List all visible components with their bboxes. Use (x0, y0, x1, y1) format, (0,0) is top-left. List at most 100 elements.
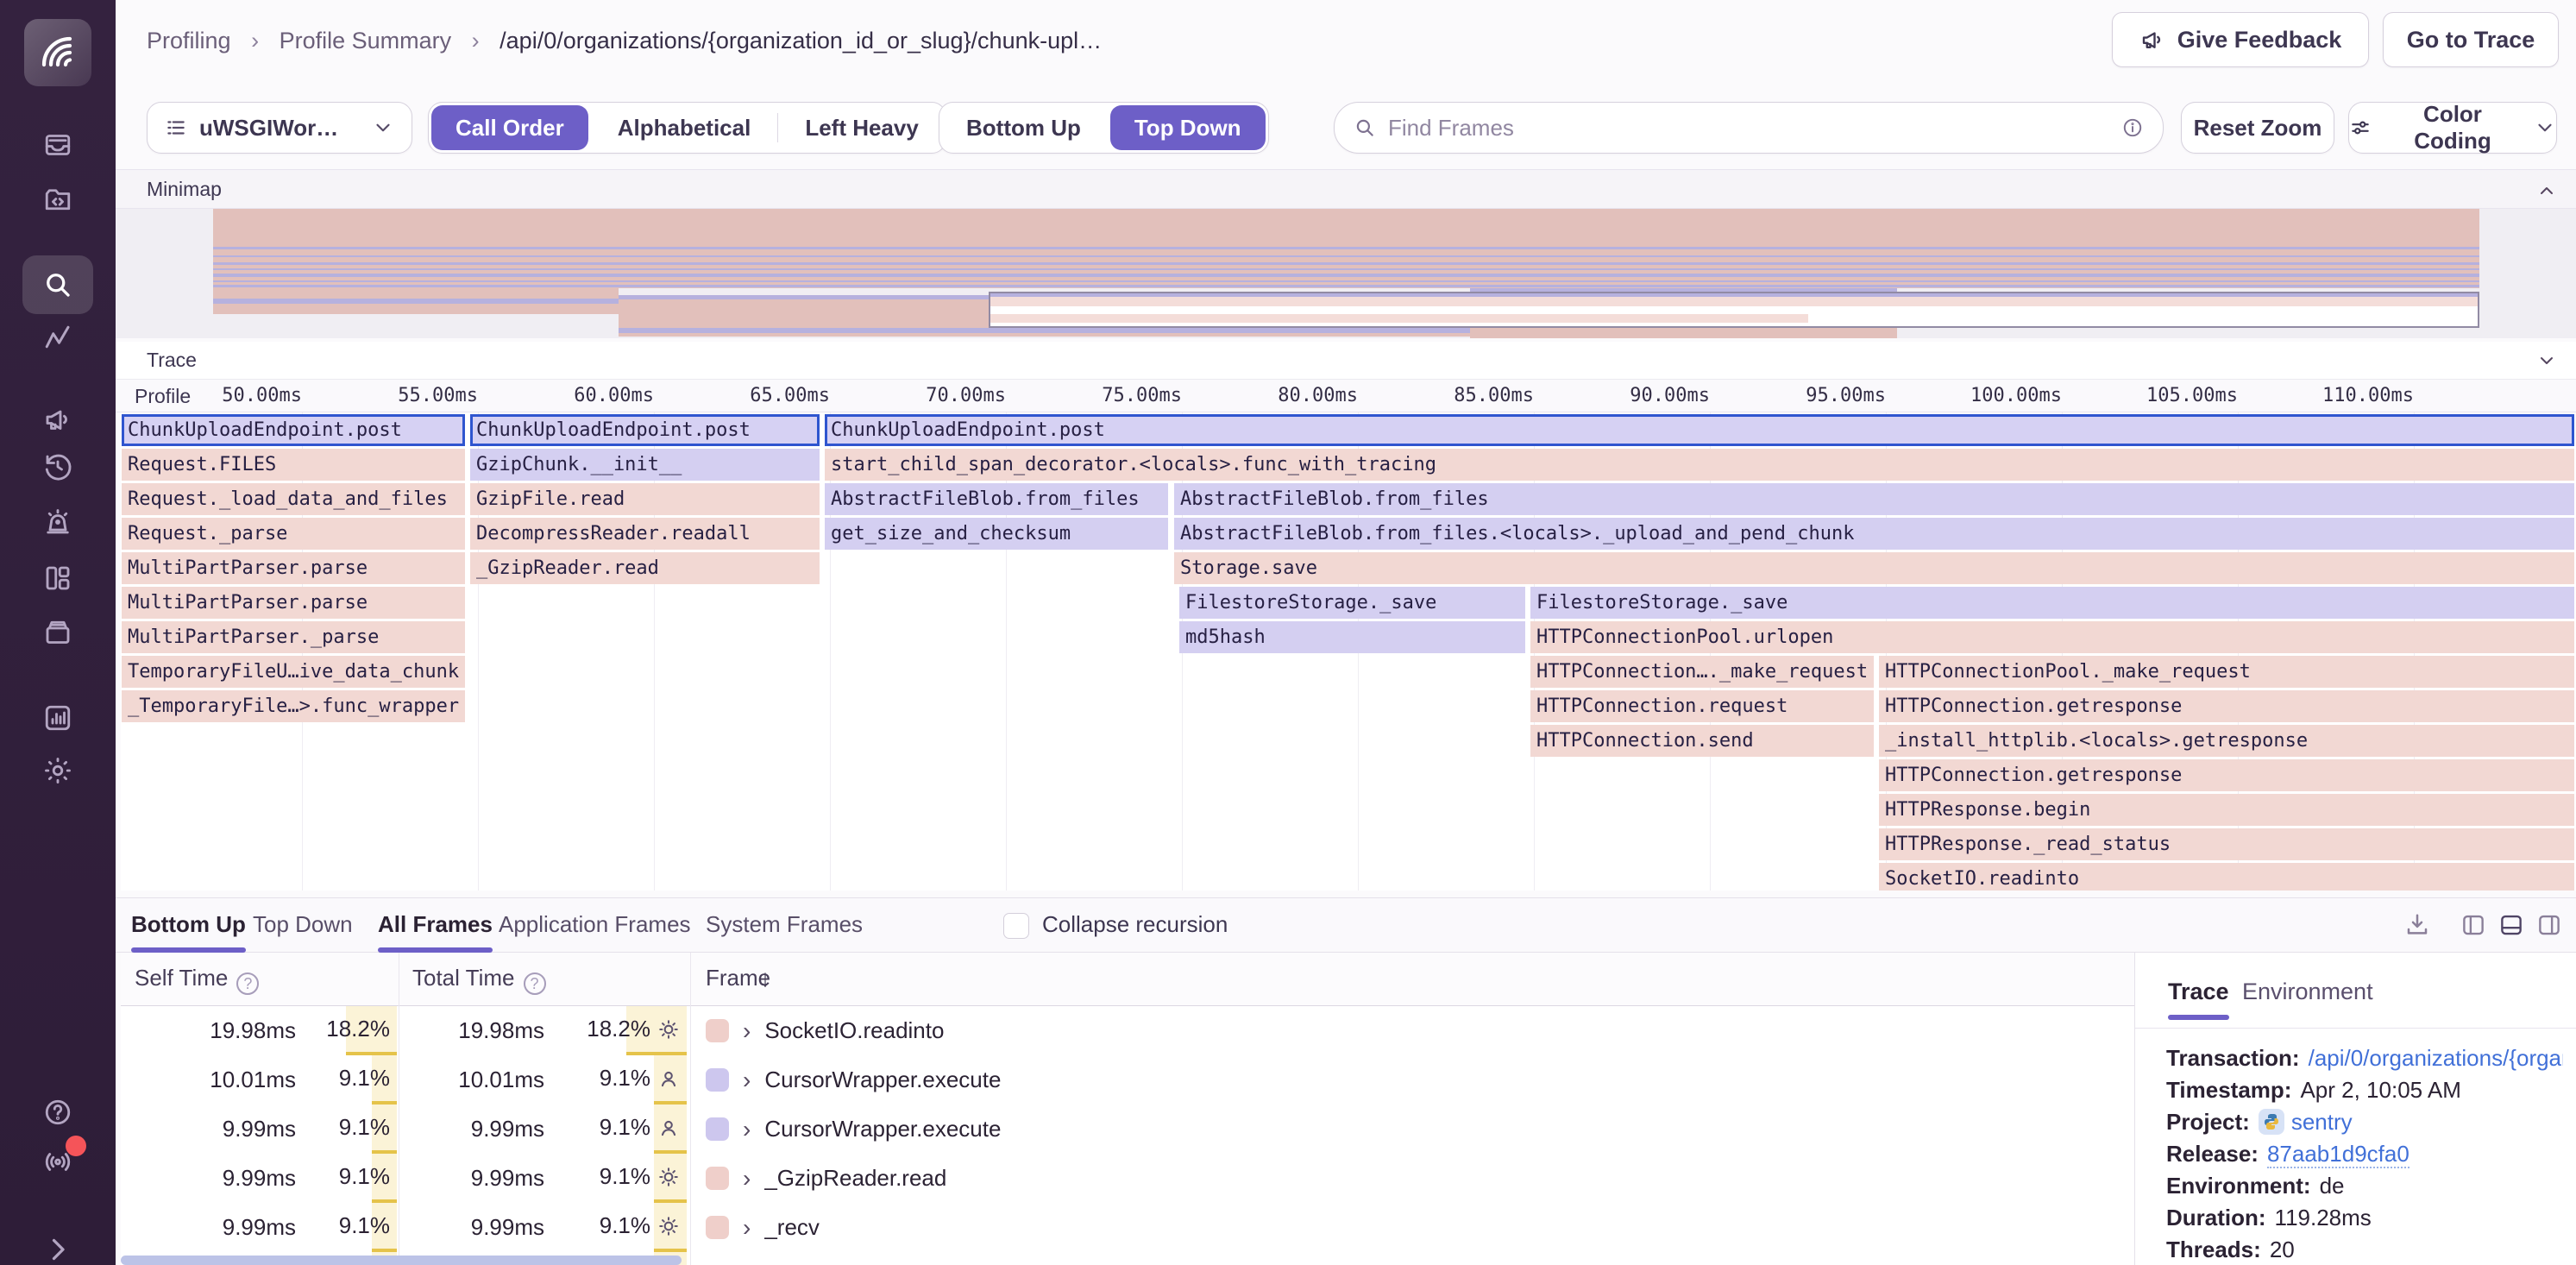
layout-bottom-icon[interactable] (2498, 912, 2524, 938)
sentry-logo-icon[interactable] (24, 19, 91, 86)
help-icon[interactable] (42, 1097, 73, 1128)
replays-icon[interactable] (42, 451, 73, 482)
flame-frame[interactable]: HTTPConnectionPool._make_request (1879, 656, 2574, 688)
alerts-siren-icon[interactable] (42, 507, 73, 538)
collapse-recursion-checkbox[interactable] (1003, 913, 1029, 939)
flame-frame[interactable]: Storage.save (1174, 552, 2574, 584)
flame-frame[interactable]: HTTPResponse.begin (1879, 794, 2574, 826)
flame-frame[interactable]: HTTPConnection.getresponse (1879, 759, 2574, 791)
table-row[interactable]: 10.01ms9.1%10.01ms9.1%›CursorWrapper.exe… (121, 1055, 2134, 1105)
flame-frame[interactable]: DecompressReader.readall (470, 518, 820, 550)
feedback-megaphone-icon[interactable] (42, 404, 73, 435)
flame-frame[interactable]: ChunkUploadEndpoint.post (470, 414, 820, 446)
flame-frame[interactable]: FilestoreStorage._save (1179, 587, 1525, 619)
direction-option-top-down[interactable]: Top Down (1110, 105, 1266, 150)
minimap-viewport[interactable] (989, 292, 2479, 328)
frame-cell[interactable]: ›CursorWrapper.execute (706, 1105, 1001, 1154)
horizontal-scrollbar-thumb[interactable] (121, 1256, 682, 1265)
tab-bottom-up[interactable]: Bottom Up (131, 898, 246, 953)
table-row[interactable]: 19.98ms18.2%19.98ms18.2%›SocketIO.readin… (121, 1006, 2134, 1055)
flame-frame[interactable]: _TemporaryFile…>.func_wrapper (122, 690, 465, 722)
frame-cell[interactable]: ›SocketIO.readinto (706, 1006, 944, 1055)
direction-option-bottom-up[interactable]: Bottom Up (942, 105, 1105, 150)
dashboards-icon[interactable] (42, 563, 73, 594)
details-tab-environment[interactable]: Environment (2242, 966, 2373, 1027)
flame-frame[interactable]: AbstractFileBlob.from_files (825, 483, 1168, 515)
flame-frame[interactable]: MultiPartParser.parse (122, 587, 465, 619)
tab-application-frames[interactable]: Application Frames (499, 898, 691, 953)
expand-chevron-icon[interactable]: › (743, 1214, 751, 1242)
flame-frame[interactable]: HTTPConnection.send (1530, 725, 1874, 757)
detail-value[interactable]: sentry (2291, 1109, 2353, 1135)
color-coding-button[interactable]: Color Coding (2348, 102, 2557, 154)
flame-frame[interactable]: _install_httplib.<locals>.getresponse (1879, 725, 2574, 757)
tab-all-frames[interactable]: All Frames (378, 898, 493, 953)
breadcrumb-profiling[interactable]: Profiling (147, 28, 231, 53)
releases-box-icon[interactable] (42, 618, 73, 649)
flame-frame[interactable]: md5hash (1179, 621, 1525, 653)
flame-frame[interactable]: AbstractFileBlob.from_files.<locals>._up… (1174, 518, 2574, 550)
flame-frame[interactable]: _GzipReader.read (470, 552, 820, 584)
sort-option-alphabetical[interactable]: Alphabetical (594, 105, 776, 150)
help-circle-icon[interactable]: ? (236, 972, 259, 995)
details-tab-trace[interactable]: Trace (2168, 966, 2229, 1027)
flame-frame[interactable]: HTTPConnection…._make_request (1530, 656, 1874, 688)
total-time-column-header[interactable]: Total Time? (412, 965, 546, 995)
stats-icon[interactable] (42, 702, 73, 733)
detail-value[interactable]: 87aab1d9cfa0 (2267, 1141, 2410, 1168)
info-icon[interactable] (2121, 116, 2144, 139)
thread-selector-dropdown[interactable]: uWSGIWor… (147, 102, 412, 154)
projects-icon[interactable] (42, 185, 73, 216)
download-icon[interactable] (2404, 912, 2430, 938)
flame-frame[interactable]: HTTPConnection.getresponse (1879, 690, 2574, 722)
explore-active-tile[interactable] (22, 255, 93, 314)
flame-frame[interactable]: MultiPartParser._parse (122, 621, 465, 653)
tab-top-down[interactable]: Top Down (253, 898, 353, 953)
frame-cell[interactable]: ›_recv (706, 1203, 820, 1252)
frame-column-header[interactable]: Frame (706, 965, 770, 991)
layout-left-icon[interactable] (2460, 912, 2486, 938)
sort-option-call-order[interactable]: Call Order (431, 105, 588, 150)
flame-frame[interactable]: Request._load_data_and_files (122, 483, 465, 515)
expand-chevron-icon[interactable]: › (743, 1116, 751, 1143)
issues-icon[interactable] (42, 129, 73, 160)
traces-icon[interactable] (42, 323, 73, 354)
flame-frame[interactable]: Request.FILES (122, 449, 465, 481)
flame-frame[interactable]: GzipFile.read (470, 483, 820, 515)
flame-frame[interactable]: ChunkUploadEndpoint.post (122, 414, 465, 446)
flame-frame[interactable]: ChunkUploadEndpoint.post (825, 414, 2574, 446)
help-circle-icon[interactable]: ? (524, 972, 546, 995)
find-frames-input[interactable] (1388, 115, 2109, 142)
reset-zoom-button[interactable]: Reset Zoom (2181, 102, 2334, 154)
trace-collapse-icon[interactable] (2536, 350, 2557, 371)
explore-search-icon[interactable] (42, 269, 73, 300)
flamegraph[interactable]: ChunkUploadEndpoint.postChunkUploadEndpo… (121, 412, 2576, 891)
frame-cell[interactable]: ›md5hash (706, 1252, 857, 1265)
flame-frame[interactable]: get_size_and_checksum (825, 518, 1168, 550)
flame-frame[interactable]: GzipChunk.__init__ (470, 449, 820, 481)
flame-frame[interactable]: SocketIO.readinto (1879, 863, 2574, 891)
self-time-column-header[interactable]: Self Time? (135, 965, 259, 995)
table-row[interactable]: 9.99ms9.1%9.99ms9.1%›_GzipReader.read (121, 1154, 2134, 1203)
flame-frame[interactable]: start_child_span_decorator.<locals>.func… (825, 449, 2574, 481)
table-row[interactable]: 9.99ms9.1%9.99ms9.1%›_recv (121, 1203, 2134, 1252)
frame-cell[interactable]: ›_GzipReader.read (706, 1154, 946, 1203)
minimap-collapse-icon[interactable] (2536, 180, 2557, 201)
go-to-trace-button[interactable]: Go to Trace (2383, 12, 2559, 67)
sort-option-left-heavy[interactable]: Left Heavy (781, 105, 943, 150)
give-feedback-button[interactable]: Give Feedback (2112, 12, 2369, 67)
flame-frame[interactable]: HTTPResponse._read_status (1879, 828, 2574, 860)
layout-right-icon[interactable] (2536, 912, 2562, 938)
tab-system-frames[interactable]: System Frames (706, 898, 863, 953)
flame-frame[interactable]: MultiPartParser.parse (122, 552, 465, 584)
expand-chevron-icon[interactable]: › (743, 1017, 751, 1045)
breadcrumb-profile-summary[interactable]: Profile Summary (280, 28, 452, 53)
expand-chevron-icon[interactable]: › (743, 1165, 751, 1193)
flame-frame[interactable]: HTTPConnectionPool.urlopen (1530, 621, 2574, 653)
flame-frame[interactable]: TemporaryFileU…ive_data_chunk (122, 656, 465, 688)
flame-frame[interactable]: Request._parse (122, 518, 465, 550)
flame-frame[interactable]: FilestoreStorage._save (1530, 587, 2574, 619)
frame-cell[interactable]: ›CursorWrapper.execute (706, 1055, 1001, 1105)
sidebar-expand-icon[interactable] (42, 1234, 73, 1265)
minimap[interactable] (116, 209, 2576, 338)
